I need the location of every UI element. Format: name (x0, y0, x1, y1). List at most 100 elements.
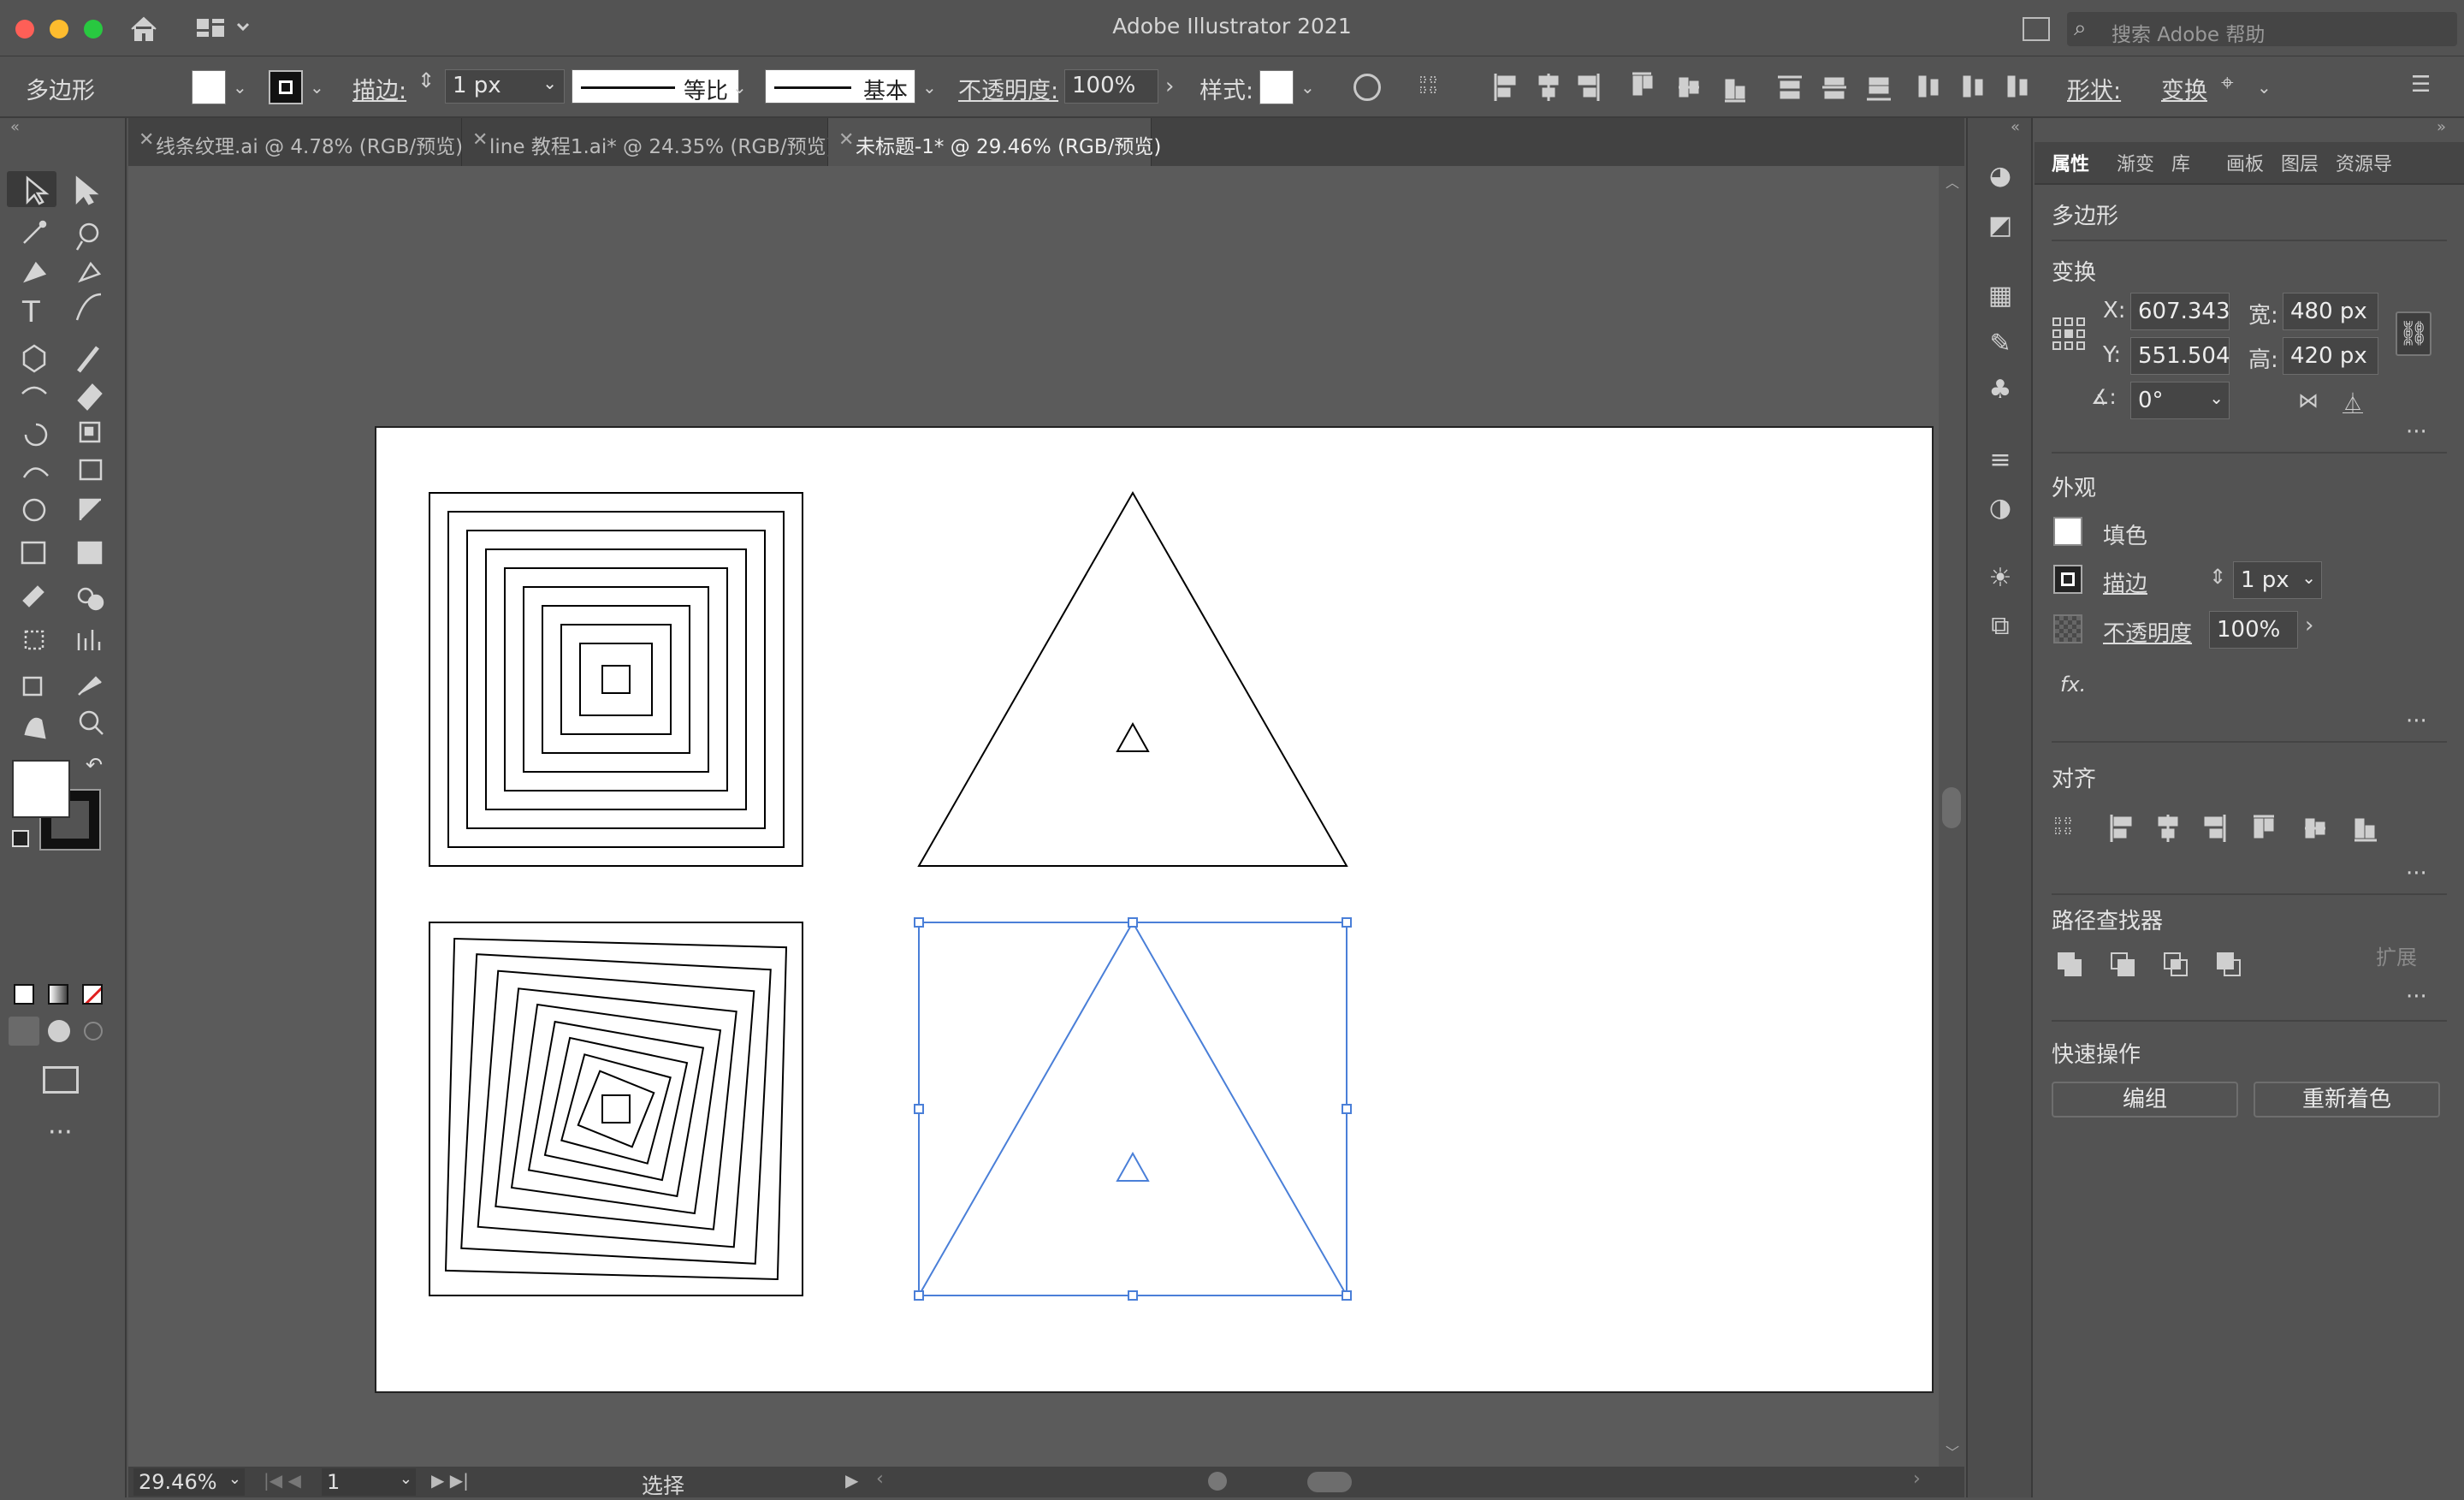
opacity-field[interactable]: 100% (1064, 69, 1158, 104)
transform-label[interactable]: 变换 (2161, 72, 2207, 105)
variable-width-profile[interactable]: 等比 (572, 69, 739, 104)
stroke-swatch[interactable] (269, 70, 303, 104)
close-icon[interactable]: ✕ (139, 129, 154, 151)
recolor-button[interactable]: 重新着色 (2254, 1082, 2440, 1118)
stroke-label[interactable]: 描边: (352, 72, 406, 105)
chevron-down-icon[interactable]: ⌄ (1300, 77, 1315, 98)
constrain-proportions-link-icon[interactable]: ⛓ (2396, 311, 2431, 356)
draw-normal-icon[interactable] (9, 1017, 39, 1046)
rotate-angle-field[interactable]: 0° ⌄ (2130, 382, 2230, 419)
color-mode-icon[interactable] (14, 984, 34, 1005)
close-icon[interactable]: ✕ (838, 129, 854, 151)
more-options-icon[interactable]: ··· (2406, 708, 2427, 734)
screen-mode-icon[interactable] (43, 1066, 79, 1094)
tab-document-3[interactable]: ✕ 未标题-1* @ 29.46% (RGB/预览) (828, 118, 1161, 166)
current-tool-label[interactable]: 选择 (642, 1469, 684, 1500)
graphic-style-swatch[interactable] (1259, 70, 1294, 104)
gradient-mode-icon[interactable] (48, 984, 68, 1005)
scroll-right-icon[interactable]: › (1913, 1468, 1921, 1490)
appearance-icon[interactable]: ☀ (1983, 561, 2017, 596)
horizontal-scroll-thumb[interactable] (1307, 1472, 1352, 1492)
tab-document-2[interactable]: ✕ line 教程1.ai* @ 24.35% (RGB/预览) (462, 118, 834, 166)
chevron-down-icon[interactable]: ⌄ (732, 77, 747, 98)
scroll-left-icon[interactable]: ‹ (876, 1468, 884, 1490)
more-options-icon[interactable]: ··· (2406, 984, 2427, 1010)
close-icon[interactable]: ✕ (472, 129, 488, 151)
panel-layout-icon[interactable] (2023, 17, 2050, 41)
zoom-field[interactable]: 29.46% ⌄ (133, 1468, 245, 1496)
vertical-scrollbar[interactable]: ︿ ﹀ (1939, 166, 1964, 1467)
brush-definition[interactable]: 基本 (765, 69, 915, 104)
tab-libraries[interactable]: 库 (2171, 149, 2190, 176)
stroke-label[interactable]: 描边 (2103, 566, 2147, 598)
chevron-right-icon[interactable]: › (2305, 613, 2313, 638)
chevron-down-icon[interactable]: ⌄ (2257, 77, 2272, 98)
artboard-number-field[interactable]: 1 ⌄ (322, 1468, 416, 1496)
chevron-down-icon[interactable]: ⌄ (233, 77, 247, 98)
appearance-opacity-field[interactable]: 100% (2209, 611, 2298, 649)
tab-document-1[interactable]: ✕ 线条纹理.ai @ 4.78% (RGB/预览) (128, 118, 463, 166)
expand-button[interactable]: 扩展 (2360, 940, 2433, 977)
y-field[interactable]: 551.504 (2130, 337, 2230, 375)
reference-point-icon[interactable] (2052, 317, 2086, 351)
artboard[interactable] (375, 426, 1934, 1393)
swatches-icon[interactable]: ▦ (1983, 279, 2017, 313)
chevron-down-icon[interactable]: ⌄ (310, 77, 324, 98)
scroll-down-icon[interactable]: ﹀ (1946, 1441, 1959, 1461)
recolor-artwork-icon[interactable] (1353, 74, 1381, 101)
draw-inside-icon[interactable] (84, 1022, 103, 1041)
swap-colors-icon[interactable]: ↶ (86, 753, 103, 777)
asset-export-icon[interactable]: ⧉ (1983, 609, 2017, 643)
chevron-right-icon[interactable]: › (1165, 74, 1174, 99)
tab-asset-export[interactable]: 资源导 (2336, 149, 2392, 176)
align-icons[interactable] (2055, 811, 2414, 845)
next-artboard-icon[interactable]: ▶ ▶| (431, 1470, 469, 1491)
scroll-thumb[interactable] (1942, 787, 1961, 828)
help-search-field[interactable]: ⌕ 搜索 Adobe 帮助 (2067, 12, 2457, 46)
shape-label[interactable]: 形状: (2067, 72, 2121, 105)
flip-horizontal-icon[interactable]: ⋈ (2298, 388, 2319, 412)
pathfinder-icons[interactable] (2057, 952, 2245, 982)
stepper-icon[interactable]: ⇕ (2209, 565, 2226, 589)
default-colors-icon[interactable] (12, 830, 29, 847)
effects-icon[interactable]: fx. (2060, 673, 2086, 697)
width-field[interactable]: 480 px (2283, 293, 2378, 330)
height-field[interactable]: 420 px (2283, 337, 2378, 375)
expand-icon[interactable]: » (2437, 118, 2446, 136)
none-mode-icon[interactable] (82, 984, 103, 1005)
isolate-icon[interactable]: ⌖ (2221, 70, 2234, 97)
opacity-label[interactable]: 不透明度 (2103, 616, 2192, 648)
stepper-icon[interactable]: ⇕ (418, 68, 435, 92)
more-options-icon[interactable]: ··· (2406, 861, 2427, 886)
chevron-down-icon[interactable]: ⌄ (922, 77, 937, 98)
stroke-weight-field[interactable]: 1 px ⌄ (445, 69, 565, 104)
tab-gradient[interactable]: 渐变 (2117, 149, 2154, 176)
color-guide-icon[interactable]: ◩ (1983, 209, 2017, 243)
artwork[interactable] (376, 428, 1932, 1391)
draw-behind-icon[interactable] (48, 1020, 70, 1042)
scroll-up-icon[interactable]: ︿ (1946, 171, 1959, 192)
opacity-label[interactable]: 不透明度: (958, 72, 1058, 105)
appearance-stroke-weight[interactable]: 1 px ⌄ (2233, 561, 2322, 599)
collapse-icon[interactable]: « (10, 118, 20, 136)
collapse-icon[interactable]: « (2011, 118, 2020, 136)
stroke-panel-icon[interactable]: ≡ (1983, 443, 2017, 477)
first-artboard-icon[interactable]: |◀ ◀ (264, 1470, 301, 1491)
appearance-stroke-swatch[interactable] (2053, 565, 2082, 594)
color-panel-icon[interactable]: ◕ (1983, 159, 2017, 193)
x-field[interactable]: 607.343 (2130, 293, 2230, 330)
group-button[interactable]: 编组 (2052, 1082, 2238, 1118)
brushes-icon[interactable]: ✎ (1983, 327, 2017, 361)
control-bar-menu-icon[interactable]: ☰ (2411, 72, 2431, 98)
fill-color-front[interactable] (12, 760, 70, 818)
edit-toolbar-icon[interactable]: ··· (48, 1118, 73, 1147)
transparency-icon[interactable]: ◑ (1983, 491, 2017, 525)
appearance-fill-swatch[interactable] (2053, 517, 2082, 546)
symbols-icon[interactable]: ♣ (1983, 373, 2017, 407)
fill-swatch[interactable] (192, 70, 226, 104)
status-menu-icon[interactable]: ▶ (845, 1470, 858, 1491)
more-options-icon[interactable]: ··· (2406, 419, 2427, 445)
flip-vertical-icon[interactable]: ⏅ (2343, 387, 2363, 417)
tab-properties[interactable]: 属性 (2052, 149, 2089, 176)
tab-artboards[interactable]: 画板 (2226, 149, 2264, 176)
